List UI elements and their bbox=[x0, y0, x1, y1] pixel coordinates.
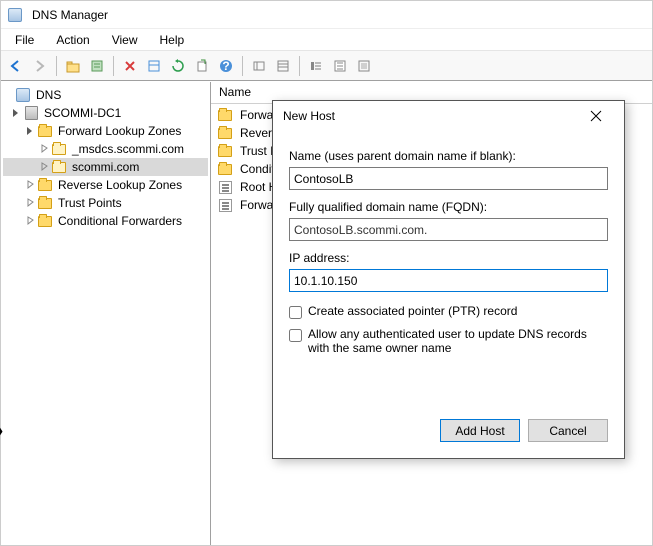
folder-icon bbox=[217, 161, 233, 177]
dns-root-icon bbox=[15, 87, 31, 103]
label-name: Name (uses parent domain name if blank): bbox=[289, 149, 608, 163]
tree-cf-label: Conditional Forwarders bbox=[56, 214, 184, 228]
folder-icon bbox=[217, 125, 233, 141]
tree-server-label: SCOMMI-DC1 bbox=[42, 106, 123, 120]
properties-icon bbox=[90, 59, 104, 73]
dialog-close-button[interactable] bbox=[576, 102, 616, 130]
tree-tp[interactable]: Trust Points bbox=[3, 194, 208, 212]
refresh-icon bbox=[171, 59, 185, 73]
column-icon bbox=[333, 59, 347, 73]
expander-icon[interactable] bbox=[11, 107, 23, 119]
refresh-secondary-button[interactable] bbox=[143, 55, 165, 77]
tree-flz-label: Forward Lookup Zones bbox=[56, 124, 183, 138]
refresh-button[interactable] bbox=[167, 55, 189, 77]
tree-scommi[interactable]: scommi.com bbox=[3, 158, 208, 176]
tree-flz[interactable]: Forward Lookup Zones bbox=[3, 122, 208, 140]
folder-icon bbox=[37, 213, 53, 229]
extra-icon bbox=[357, 59, 371, 73]
label-fqdn: Fully qualified domain name (FQDN): bbox=[289, 200, 608, 214]
dialog-title: New Host bbox=[283, 109, 335, 123]
column-name[interactable]: Name bbox=[219, 85, 251, 99]
hints-icon bbox=[217, 179, 233, 195]
up-folder-icon bbox=[66, 59, 80, 73]
help-button[interactable]: ? bbox=[215, 55, 237, 77]
server-icon bbox=[23, 105, 39, 121]
detail-view-button[interactable] bbox=[305, 55, 327, 77]
up-button[interactable] bbox=[62, 55, 84, 77]
tree-pane[interactable]: DNS SCOMMI-DC1 Forward Lookup Zones _msd… bbox=[1, 82, 211, 545]
filter-button[interactable] bbox=[248, 55, 270, 77]
add-host-button[interactable]: Add Host bbox=[440, 419, 520, 442]
window-title: DNS Manager bbox=[32, 8, 108, 22]
filter-icon bbox=[252, 59, 266, 73]
extra-button[interactable] bbox=[353, 55, 375, 77]
tree-rlz-label: Reverse Lookup Zones bbox=[56, 178, 184, 192]
svg-text:?: ? bbox=[222, 59, 229, 73]
titlebar: DNS Manager bbox=[1, 1, 652, 29]
menu-file[interactable]: File bbox=[5, 30, 44, 50]
expander-icon[interactable] bbox=[39, 161, 51, 173]
ptr-checkbox-label: Create associated pointer (PTR) record bbox=[308, 304, 608, 318]
close-icon bbox=[590, 110, 602, 122]
expander-icon[interactable] bbox=[25, 215, 37, 227]
menu-action[interactable]: Action bbox=[46, 30, 99, 50]
tree-rlz[interactable]: Reverse Lookup Zones bbox=[3, 176, 208, 194]
zone-icon bbox=[51, 141, 67, 157]
forward-arrow-icon bbox=[33, 59, 47, 73]
auth-checkbox-row[interactable]: Allow any authenticated user to update D… bbox=[289, 327, 608, 355]
refresh-small-icon bbox=[147, 59, 161, 73]
hints-icon bbox=[217, 197, 233, 213]
expander-icon[interactable] bbox=[25, 197, 37, 209]
folder-icon bbox=[217, 143, 233, 159]
back-arrow-icon bbox=[9, 59, 23, 73]
ptr-checkbox-row[interactable]: Create associated pointer (PTR) record bbox=[289, 304, 608, 319]
back-button[interactable] bbox=[5, 55, 27, 77]
menu-view[interactable]: View bbox=[102, 30, 148, 50]
folder-icon bbox=[37, 177, 53, 193]
fqdn-input bbox=[289, 218, 608, 241]
name-input[interactable] bbox=[289, 167, 608, 190]
delete-button[interactable] bbox=[119, 55, 141, 77]
zone-icon bbox=[51, 159, 67, 175]
menu-help[interactable]: Help bbox=[150, 30, 195, 50]
dialog-titlebar[interactable]: New Host bbox=[273, 101, 624, 131]
auth-checkbox[interactable] bbox=[289, 329, 302, 342]
list-view-button[interactable] bbox=[272, 55, 294, 77]
delete-icon bbox=[123, 59, 137, 73]
tree-server[interactable]: SCOMMI-DC1 bbox=[3, 104, 208, 122]
columns-button[interactable] bbox=[329, 55, 351, 77]
tree-msdcs[interactable]: _msdcs.scommi.com bbox=[3, 140, 208, 158]
tree-root-label: DNS bbox=[34, 88, 63, 102]
export-icon bbox=[195, 59, 209, 73]
ptr-checkbox[interactable] bbox=[289, 306, 302, 319]
tree-tp-label: Trust Points bbox=[56, 196, 124, 210]
tree-scommi-label: scommi.com bbox=[70, 160, 141, 174]
label-ip: IP address: bbox=[289, 251, 608, 265]
list-view-icon bbox=[276, 59, 290, 73]
new-host-dialog: New Host Name (uses parent domain name i… bbox=[272, 100, 625, 459]
app-icon bbox=[7, 7, 23, 23]
tree-root-dns[interactable]: DNS bbox=[3, 86, 208, 104]
help-icon: ? bbox=[219, 59, 233, 73]
cancel-button[interactable]: Cancel bbox=[528, 419, 608, 442]
forward-button[interactable] bbox=[29, 55, 51, 77]
detail-view-icon bbox=[309, 59, 323, 73]
folder-icon bbox=[37, 195, 53, 211]
ip-address-input[interactable] bbox=[289, 269, 608, 292]
folder-icon bbox=[217, 107, 233, 123]
expander-icon[interactable] bbox=[25, 179, 37, 191]
folder-icon bbox=[37, 123, 53, 139]
expander-icon[interactable] bbox=[39, 143, 51, 155]
expander-icon[interactable] bbox=[25, 125, 37, 137]
toolbar: ? bbox=[1, 51, 652, 81]
menubar: File Action View Help bbox=[1, 29, 652, 51]
properties-button[interactable] bbox=[86, 55, 108, 77]
auth-checkbox-label: Allow any authenticated user to update D… bbox=[308, 327, 608, 355]
export-button[interactable] bbox=[191, 55, 213, 77]
tree-cf[interactable]: Conditional Forwarders bbox=[3, 212, 208, 230]
tree-msdcs-label: _msdcs.scommi.com bbox=[70, 142, 186, 156]
